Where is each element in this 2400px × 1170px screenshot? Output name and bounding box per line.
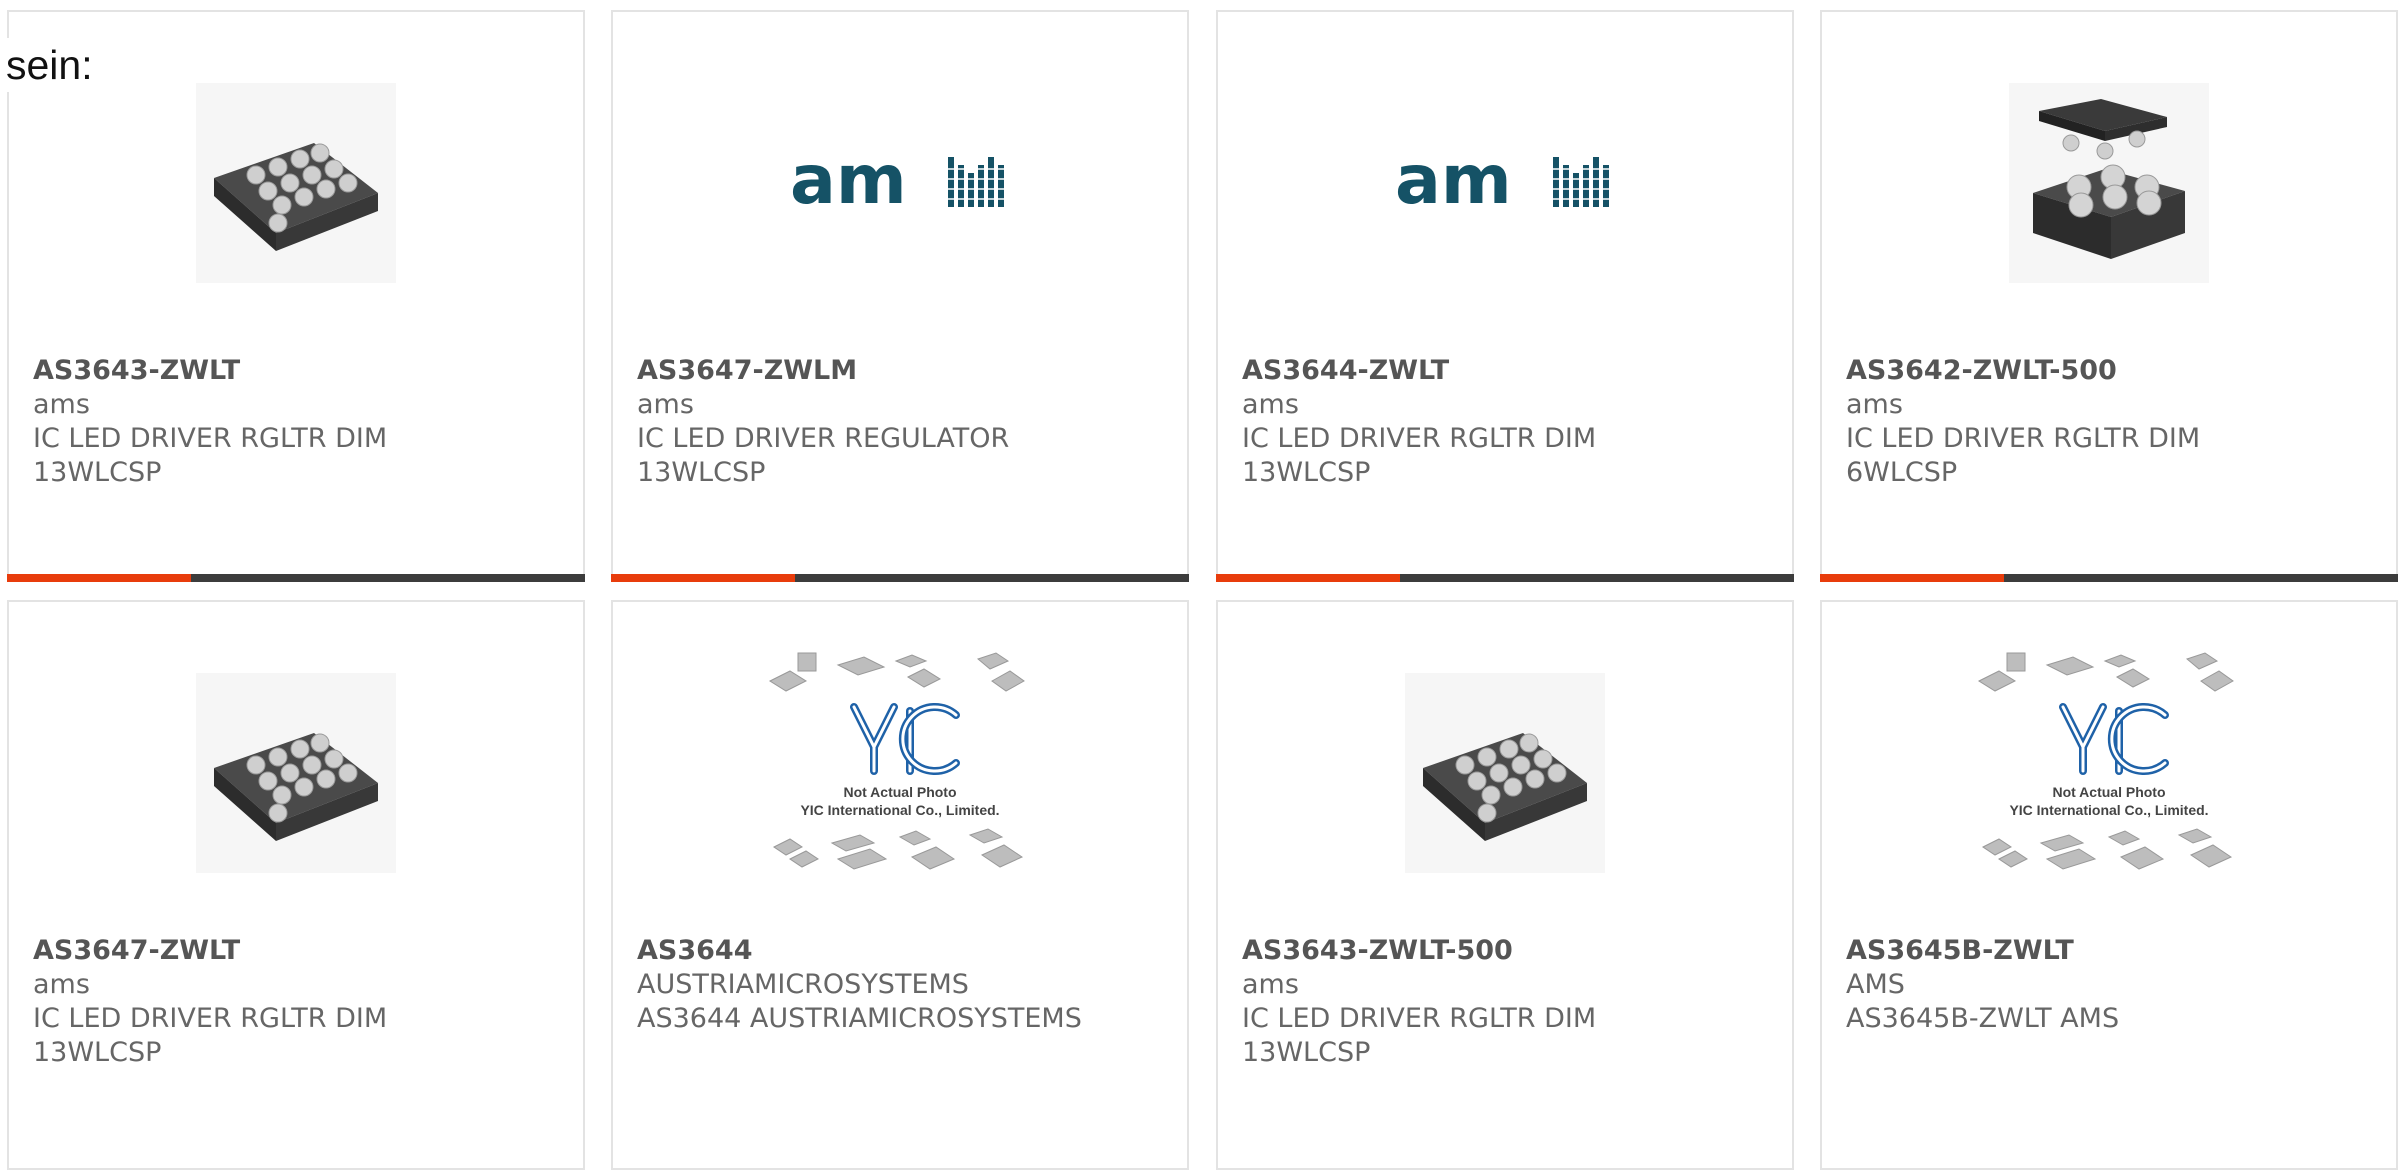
- card-bottom-bar: [1216, 574, 1794, 582]
- description-line-2: 13WLCSP: [1242, 457, 1371, 488]
- chip-13ball-icon: [196, 673, 396, 873]
- card-accent-bar: [611, 574, 795, 582]
- manufacturer: ams: [1846, 389, 1903, 420]
- product-card-as3647-zwlm[interactable]: am AS3647-ZWLM ams IC LED DRIVER REGULAT…: [611, 10, 1189, 582]
- product-image[interactable]: [1822, 78, 2396, 288]
- description-line-1: IC LED DRIVER RGLTR DIM: [33, 423, 388, 454]
- description-line-2: 6WLCSP: [1846, 457, 1958, 488]
- placeholder-caption-2: YIC International Co., Limited.: [2009, 802, 2208, 818]
- product-image[interactable]: Not Actual Photo YIC International Co., …: [1822, 642, 2396, 902]
- product-info: AS3644 AUSTRIAMICROSYSTEMS AS3644 AUSTRI…: [637, 934, 1167, 1036]
- placeholder-caption-2: YIC International Co., Limited.: [800, 802, 999, 818]
- part-number[interactable]: AS3647-ZWLT: [33, 934, 563, 968]
- product-image[interactable]: [9, 668, 583, 878]
- product-card-as3644[interactable]: Not Actual Photo YIC International Co., …: [611, 600, 1189, 1170]
- product-info: AS3643-ZWLT ams IC LED DRIVER RGLTR DIM …: [33, 354, 563, 490]
- product-card-as3643-zwlt-500[interactable]: AS3643-ZWLT-500 ams IC LED DRIVER RGLTR …: [1216, 600, 1794, 1170]
- product-info: AS3647-ZWLT ams IC LED DRIVER RGLTR DIM …: [33, 934, 563, 1070]
- description-line-1: IC LED DRIVER RGLTR DIM: [1242, 423, 1597, 454]
- description-line-2: 13WLCSP: [637, 457, 766, 488]
- placeholder-caption-1: Not Actual Photo: [843, 784, 956, 800]
- product-image[interactable]: Not Actual Photo YIC International Co., …: [613, 642, 1187, 902]
- ams-logo: am: [790, 143, 1006, 220]
- product-image[interactable]: am: [1218, 78, 1792, 288]
- yic-placeholder-image: Not Actual Photo YIC International Co., …: [1977, 652, 2234, 870]
- product-card-as3642-zwlt-500[interactable]: AS3642-ZWLT-500 ams IC LED DRIVER RGLTR …: [1820, 10, 2398, 582]
- product-info: AS3644-ZWLT ams IC LED DRIVER RGLTR DIM …: [1242, 354, 1772, 490]
- product-card-as3644-zwlt[interactable]: am AS3644-ZWLT ams IC LED DRIVER RGLTR D…: [1216, 10, 1794, 582]
- chip-13ball-icon: [1405, 673, 1605, 873]
- yic-placeholder-image: Not Actual Photo YIC International Co., …: [768, 652, 1025, 870]
- manufacturer: ams: [33, 969, 90, 1000]
- card-accent-bar: [1820, 574, 2004, 582]
- description-line-2: 13WLCSP: [33, 457, 162, 488]
- product-card-as3645b-zwlt[interactable]: Not Actual Photo YIC International Co., …: [1820, 600, 2398, 1170]
- description-line-1: IC LED DRIVER RGLTR DIM: [1242, 1003, 1597, 1034]
- card-bottom-bar: [611, 574, 1189, 582]
- description-line-1: IC LED DRIVER RGLTR DIM: [1846, 423, 2201, 454]
- part-number[interactable]: AS3643-ZWLT: [33, 354, 563, 388]
- part-number[interactable]: AS3644: [637, 934, 1167, 968]
- manufacturer: AUSTRIAMICROSYSTEMS: [637, 969, 969, 1000]
- description-line-1: AS3645B-ZWLT AMS: [1846, 1003, 2120, 1034]
- product-card-as3647-zwlt[interactable]: AS3647-ZWLT ams IC LED DRIVER RGLTR DIM …: [7, 600, 585, 1170]
- manufacturer: ams: [1242, 389, 1299, 420]
- part-number[interactable]: AS3645B-ZWLT: [1846, 934, 2376, 968]
- description-line-2: 13WLCSP: [1242, 1037, 1371, 1068]
- product-card-as3643-zwlt[interactable]: AS3643-ZWLT ams IC LED DRIVER RGLTR DIM …: [7, 10, 585, 582]
- card-accent-bar: [7, 574, 191, 582]
- manufacturer: AMS: [1846, 969, 1905, 1000]
- product-image[interactable]: am: [613, 78, 1187, 288]
- part-number[interactable]: AS3647-ZWLM: [637, 354, 1167, 388]
- product-info: AS3643-ZWLT-500 ams IC LED DRIVER RGLTR …: [1242, 934, 1772, 1070]
- card-accent-bar: [1216, 574, 1400, 582]
- chip-6ball-icon: [2009, 83, 2209, 283]
- placeholder-caption-1: Not Actual Photo: [2052, 784, 2165, 800]
- intro-text: sein:: [6, 38, 97, 92]
- chip-13ball-icon: [196, 83, 396, 283]
- manufacturer: ams: [33, 389, 90, 420]
- product-info: AS3645B-ZWLT AMS AS3645B-ZWLT AMS: [1846, 934, 2376, 1036]
- description-line-1: IC LED DRIVER REGULATOR: [637, 423, 1010, 454]
- product-image[interactable]: [9, 78, 583, 288]
- card-bottom-bar: [1820, 574, 2398, 582]
- card-bottom-bar: [7, 574, 585, 582]
- part-number[interactable]: AS3642-ZWLT-500: [1846, 354, 2376, 388]
- description-line-1: IC LED DRIVER RGLTR DIM: [33, 1003, 388, 1034]
- manufacturer: ams: [1242, 969, 1299, 1000]
- part-number[interactable]: AS3644-ZWLT: [1242, 354, 1772, 388]
- product-info: AS3642-ZWLT-500 ams IC LED DRIVER RGLTR …: [1846, 354, 2376, 490]
- product-info: AS3647-ZWLM ams IC LED DRIVER REGULATOR …: [637, 354, 1167, 490]
- description-line-1: AS3644 AUSTRIAMICROSYSTEMS: [637, 1003, 1082, 1034]
- ams-logo-text: am: [790, 143, 907, 220]
- description-line-2: 13WLCSP: [33, 1037, 162, 1068]
- ams-logo-text: am: [1395, 143, 1512, 220]
- product-image[interactable]: [1218, 668, 1792, 878]
- manufacturer: ams: [637, 389, 694, 420]
- ams-logo: am: [1395, 143, 1611, 220]
- part-number[interactable]: AS3643-ZWLT-500: [1242, 934, 1772, 968]
